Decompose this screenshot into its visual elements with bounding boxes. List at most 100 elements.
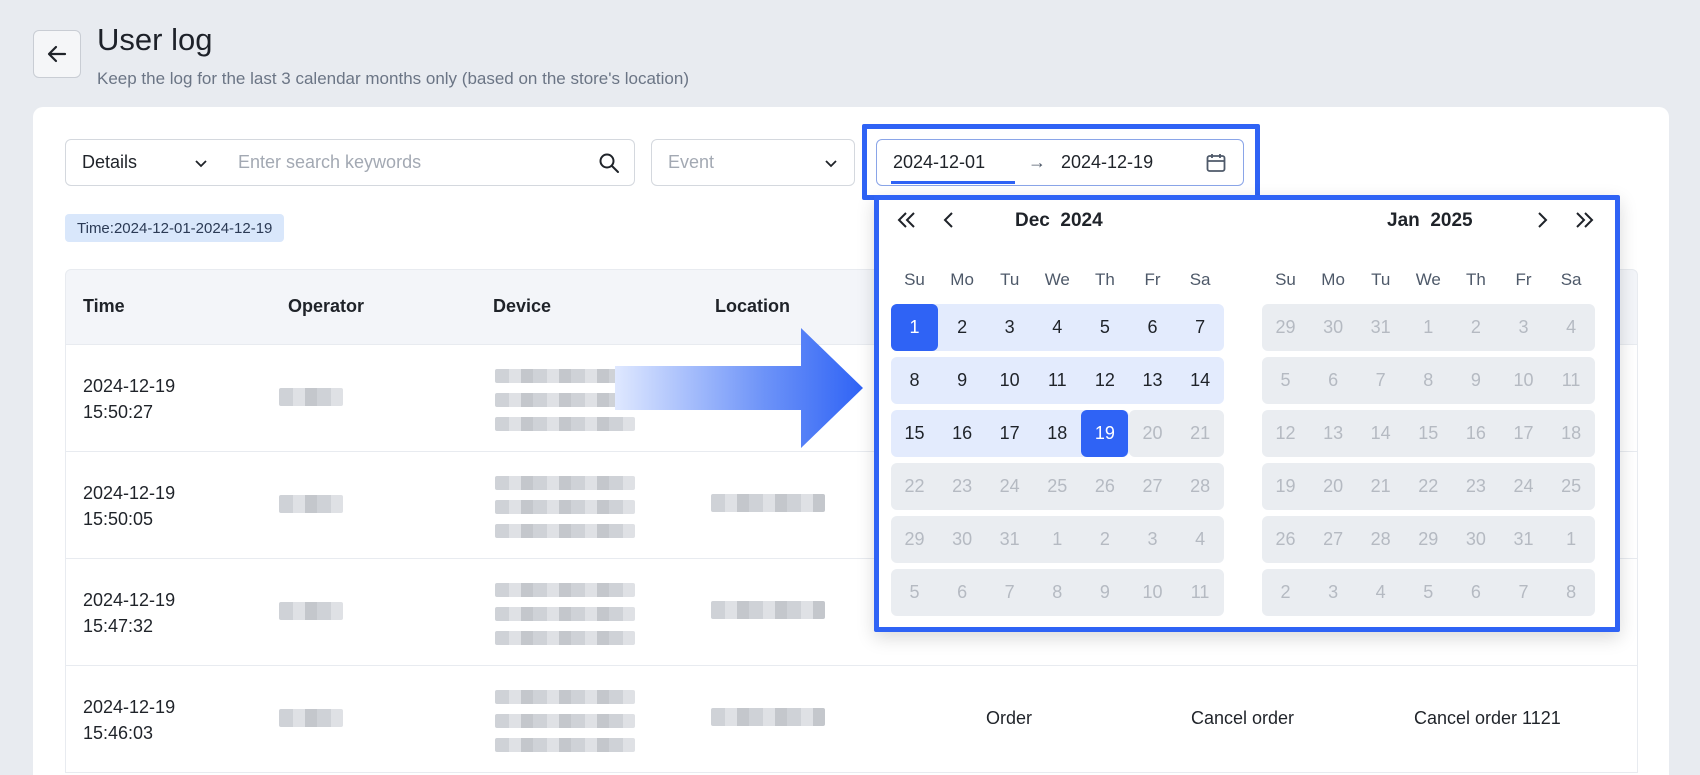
calendar-day[interactable]: 6: [1310, 357, 1357, 404]
calendar-day[interactable]: 3: [1129, 516, 1176, 563]
calendar-day[interactable]: 7: [1357, 357, 1404, 404]
table-row[interactable]: 2024-12-19 15:46:03 Order Cancel order Ca…: [65, 666, 1638, 773]
calendar-day[interactable]: 3: [986, 304, 1033, 351]
calendar-day[interactable]: 4: [1357, 569, 1404, 616]
range-end-input[interactable]: 2024-12-19: [1061, 152, 1205, 173]
calendar-day[interactable]: 10: [1129, 569, 1176, 616]
calendar-day[interactable]: 13: [1129, 357, 1176, 404]
calendar-day[interactable]: 29: [1262, 304, 1309, 351]
calendar-day[interactable]: 14: [1357, 410, 1404, 457]
calendar-day[interactable]: 7: [1177, 304, 1224, 351]
next-month-button[interactable]: [1529, 207, 1555, 233]
calendar-day[interactable]: 6: [1129, 304, 1176, 351]
calendar-day[interactable]: 11: [1177, 569, 1224, 616]
calendar-day[interactable]: 27: [1129, 463, 1176, 510]
range-start-input[interactable]: 2024-12-01: [891, 152, 1015, 184]
calendar-day[interactable]: 25: [1034, 463, 1081, 510]
calendar-day[interactable]: 3: [1500, 304, 1547, 351]
calendar-day[interactable]: 20: [1310, 463, 1357, 510]
calendar-day[interactable]: 23: [939, 463, 986, 510]
calendar-day[interactable]: 9: [939, 357, 986, 404]
calendar-day[interactable]: 1: [1034, 516, 1081, 563]
calendar-day[interactable]: 26: [1081, 463, 1128, 510]
calendar-day[interactable]: 1: [891, 304, 938, 351]
calendar-day[interactable]: 15: [891, 410, 938, 457]
calendar-day[interactable]: 18: [1034, 410, 1081, 457]
calendar-day[interactable]: 2: [1081, 516, 1128, 563]
calendar-day[interactable]: 16: [1452, 410, 1499, 457]
calendar-day[interactable]: 4: [1548, 304, 1595, 351]
calendar-day[interactable]: 17: [986, 410, 1033, 457]
calendar-day[interactable]: 8: [891, 357, 938, 404]
search-box[interactable]: [224, 139, 635, 186]
active-filter-tag[interactable]: Time:2024-12-01-2024-12-19: [65, 214, 285, 242]
calendar-day[interactable]: 14: [1177, 357, 1224, 404]
calendar-day[interactable]: 2: [1262, 569, 1309, 616]
calendar-day[interactable]: 28: [1357, 516, 1404, 563]
calendar-day[interactable]: 5: [1081, 304, 1128, 351]
calendar-day[interactable]: 1: [1548, 516, 1595, 563]
calendar-day[interactable]: 17: [1500, 410, 1547, 457]
calendar-day[interactable]: 22: [891, 463, 938, 510]
calendar-day[interactable]: 7: [986, 569, 1033, 616]
calendar-day[interactable]: 6: [1452, 569, 1499, 616]
calendar-day[interactable]: 22: [1405, 463, 1452, 510]
calendar-day[interactable]: 30: [939, 516, 986, 563]
calendar-day[interactable]: 2: [1452, 304, 1499, 351]
calendar-day[interactable]: 9: [1452, 357, 1499, 404]
right-month-title[interactable]: Jan 2025: [1387, 210, 1473, 232]
calendar-day[interactable]: 28: [1177, 463, 1224, 510]
search-input[interactable]: [238, 152, 598, 173]
calendar-day[interactable]: 26: [1262, 516, 1309, 563]
calendar-day[interactable]: 8: [1034, 569, 1081, 616]
calendar-day[interactable]: 25: [1548, 463, 1595, 510]
calendar-day[interactable]: 10: [1500, 357, 1547, 404]
calendar-day[interactable]: 21: [1357, 463, 1404, 510]
calendar-day[interactable]: 4: [1177, 516, 1224, 563]
calendar-day[interactable]: 24: [1500, 463, 1547, 510]
calendar-day[interactable]: 30: [1452, 516, 1499, 563]
calendar-day[interactable]: 24: [986, 463, 1033, 510]
date-range-picker[interactable]: 2024-12-01 → 2024-12-19: [876, 139, 1244, 186]
left-month-title[interactable]: Dec 2024: [1015, 210, 1103, 232]
calendar-day[interactable]: 19: [1081, 410, 1129, 457]
prev-month-button[interactable]: [936, 207, 962, 233]
calendar-icon[interactable]: [1205, 152, 1227, 174]
calendar-day[interactable]: 27: [1310, 516, 1357, 563]
calendar-day[interactable]: 30: [1310, 304, 1357, 351]
calendar-day[interactable]: 11: [1548, 357, 1595, 404]
calendar-day[interactable]: 29: [891, 516, 938, 563]
calendar-day[interactable]: 16: [939, 410, 986, 457]
calendar-day[interactable]: 20: [1129, 410, 1176, 457]
back-button[interactable]: [33, 30, 81, 78]
calendar-day[interactable]: 7: [1500, 569, 1547, 616]
calendar-day[interactable]: 31: [1500, 516, 1547, 563]
event-select[interactable]: Event: [651, 139, 855, 186]
calendar-day[interactable]: 3: [1310, 569, 1357, 616]
calendar-day[interactable]: 12: [1081, 357, 1128, 404]
calendar-day[interactable]: 11: [1034, 357, 1081, 404]
calendar-day[interactable]: 12: [1262, 410, 1309, 457]
search-type-select[interactable]: Details: [65, 139, 225, 186]
calendar-day[interactable]: 18: [1548, 410, 1595, 457]
calendar-day[interactable]: 15: [1405, 410, 1452, 457]
calendar-day[interactable]: 31: [1357, 304, 1404, 351]
calendar-day[interactable]: 4: [1034, 304, 1081, 351]
calendar-day[interactable]: 2: [939, 304, 986, 351]
calendar-day[interactable]: 1: [1405, 304, 1452, 351]
calendar-day[interactable]: 13: [1310, 410, 1357, 457]
calendar-day[interactable]: 10: [986, 357, 1033, 404]
prev-year-button[interactable]: [894, 207, 920, 233]
search-icon[interactable]: [598, 152, 620, 174]
next-year-button[interactable]: [1571, 207, 1597, 233]
calendar-day[interactable]: 8: [1405, 357, 1452, 404]
calendar-day[interactable]: 29: [1405, 516, 1452, 563]
calendar-day[interactable]: 8: [1548, 569, 1595, 616]
calendar-day[interactable]: 31: [986, 516, 1033, 563]
calendar-day[interactable]: 23: [1452, 463, 1499, 510]
calendar-day[interactable]: 6: [939, 569, 986, 616]
calendar-day[interactable]: 5: [1405, 569, 1452, 616]
calendar-day[interactable]: 19: [1262, 463, 1309, 510]
calendar-day[interactable]: 21: [1177, 410, 1224, 457]
calendar-day[interactable]: 5: [891, 569, 938, 616]
